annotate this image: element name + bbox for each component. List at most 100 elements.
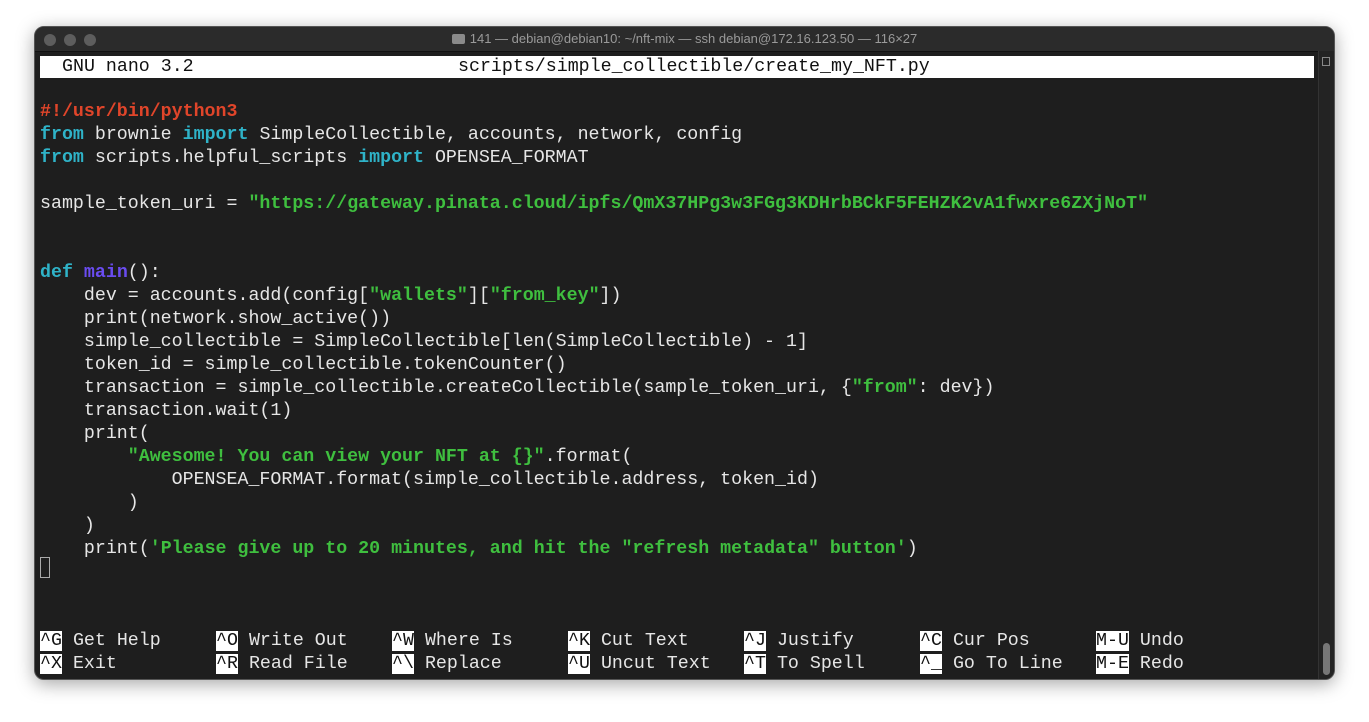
code-token: ) — [906, 539, 918, 559]
code-token: (): — [127, 263, 161, 283]
shortcut-item[interactable]: ^_ Go To Line — [920, 653, 1063, 676]
shortcut-item[interactable]: ^O Write Out — [216, 630, 348, 653]
shortcut-label: Go To Line — [952, 654, 1063, 674]
code-line: #!/usr/bin/python3 — [40, 101, 237, 124]
shortcut-key: ^G — [40, 631, 62, 651]
code-token: OPENSEA_FORMAT.format(simple_collectible… — [40, 470, 819, 490]
shortcut-key: M-E — [1096, 654, 1129, 674]
string-token: "from" — [851, 378, 918, 398]
code-token: brownie — [83, 125, 183, 145]
function-name-token: main — [83, 263, 128, 283]
string-token: "wallets" — [369, 286, 468, 306]
shortcut-item[interactable]: M-E Redo — [1096, 653, 1184, 676]
code-token: .format( — [544, 447, 633, 467]
code-token: print(network.show_active()) — [40, 309, 392, 329]
nano-version: GNU nano 3.2 — [62, 57, 194, 77]
shortcut-item[interactable]: ^T To Spell — [744, 653, 865, 676]
code-token: transaction.wait(1) — [40, 401, 293, 421]
shortcut-label: Cut Text — [600, 631, 689, 651]
code-line: sample_token_uri = "https://gateway.pina… — [40, 193, 1148, 216]
shortcut-label: Exit — [72, 654, 117, 674]
code-token: sample_token_uri = — [40, 194, 249, 214]
shortcut-item[interactable]: M-U Undo — [1096, 630, 1184, 653]
shebang-token: #!/usr/bin/python3 — [40, 102, 238, 122]
string-token: 'Please give up to 20 minutes, and hit t… — [149, 539, 907, 559]
code-line: ) — [40, 515, 95, 538]
code-line: "Awesome! You can view your NFT at {}".f… — [40, 446, 633, 469]
shortcut-item[interactable]: ^J Justify — [744, 630, 854, 653]
code-token: ]) — [599, 286, 622, 306]
code-token: ) — [40, 493, 139, 513]
shortcut-item[interactable]: ^X Exit — [40, 653, 117, 676]
code-line: print(network.show_active()) — [40, 308, 391, 331]
shortcut-key: ^K — [568, 631, 590, 651]
code-token: : dev}) — [917, 378, 995, 398]
shortcut-item[interactable]: ^C Cur Pos — [920, 630, 1030, 653]
shortcut-item[interactable]: ^R Read File — [216, 653, 348, 676]
shortcut-label: Where Is — [424, 631, 513, 651]
code-token: OPENSEA_FORMAT — [423, 148, 589, 168]
code-token: print( — [40, 539, 150, 559]
shortcut-label: Get Help — [72, 631, 161, 651]
shortcut-label: Uncut Text — [600, 654, 711, 674]
shortcut-item[interactable]: ^\ Replace — [392, 653, 502, 676]
shortcut-item[interactable]: ^U Uncut Text — [568, 653, 711, 676]
shortcut-key: ^T — [744, 654, 766, 674]
code-line: print( — [40, 423, 150, 446]
shortcut-item[interactable]: ^W Where Is — [392, 630, 513, 653]
terminal-window: 141 — debian@debian10: ~/nft-mix — ssh d… — [34, 26, 1335, 680]
code-line: token_id = simple_collectible.tokenCount… — [40, 354, 567, 377]
shortcut-key: ^U — [568, 654, 590, 674]
terminal-content[interactable]: GNU nano 3.2 scripts/simple_collectible/c… — [40, 27, 1314, 679]
shortcut-label: Replace — [424, 654, 502, 674]
code-token: simple_collectible = SimpleCollectible[l… — [40, 332, 808, 352]
shortcut-key: ^W — [392, 631, 414, 651]
shortcut-label: Undo — [1139, 631, 1184, 651]
shortcut-label: Read File — [248, 654, 348, 674]
code-line: from scripts.helpful_scripts import OPEN… — [40, 147, 589, 170]
shortcut-label: Redo — [1139, 654, 1184, 674]
code-line: def main(): — [40, 262, 161, 285]
text-cursor — [40, 557, 50, 578]
shortcut-key: ^R — [216, 654, 238, 674]
shortcut-item[interactable]: ^G Get Help — [40, 630, 161, 653]
keyword-token: from — [40, 148, 84, 168]
code-token: print( — [40, 424, 150, 444]
code-token: ][ — [467, 286, 490, 306]
nano-header: GNU nano 3.2 scripts/simple_collectible/c… — [40, 56, 1314, 78]
code-line: dev = accounts.add(config["wallets"]["fr… — [40, 285, 622, 308]
shortcut-label: Write Out — [248, 631, 348, 651]
code-token: dev = accounts.add(config[ — [40, 286, 370, 306]
scrollbar-thumb[interactable] — [1323, 643, 1330, 675]
code-line: ) — [40, 492, 139, 515]
code-line: simple_collectible = SimpleCollectible[l… — [40, 331, 808, 354]
code-token: scripts.helpful_scripts — [83, 148, 359, 168]
code-line: transaction = simple_collectible.createC… — [40, 377, 995, 400]
shortcut-key: ^O — [216, 631, 238, 651]
scrollbar[interactable] — [1318, 51, 1334, 679]
code-token: SimpleCollectible, accounts, network, co… — [248, 125, 743, 145]
code-token: token_id = simple_collectible.tokenCount… — [40, 355, 567, 375]
keyword-token: import — [182, 125, 249, 145]
shortcut-key: ^C — [920, 631, 942, 651]
shortcut-key: ^J — [744, 631, 766, 651]
scroll-marker-icon — [1322, 57, 1330, 66]
keyword-token: import — [358, 148, 424, 168]
shortcut-key: M-U — [1096, 631, 1129, 651]
code-line: from brownie import SimpleCollectible, a… — [40, 124, 742, 147]
code-line: OPENSEA_FORMAT.format(simple_collectible… — [40, 469, 819, 492]
code-line: print('Please give up to 20 minutes, and… — [40, 538, 918, 561]
string-token: "Awesome! You can view your NFT at {}" — [127, 447, 545, 467]
shortcut-item[interactable]: ^K Cut Text — [568, 630, 689, 653]
shortcut-label: Justify — [776, 631, 854, 651]
shortcut-key: ^X — [40, 654, 62, 674]
code-line: transaction.wait(1) — [40, 400, 292, 423]
code-token: transaction = simple_collectible.createC… — [40, 378, 852, 398]
code-token: ) — [40, 516, 95, 536]
shortcut-key: ^\ — [392, 654, 414, 674]
shortcut-key: ^_ — [920, 654, 942, 674]
string-token: "from_key" — [489, 286, 600, 306]
nano-filename: scripts/simple_collectible/create_my_NFT… — [458, 57, 930, 77]
